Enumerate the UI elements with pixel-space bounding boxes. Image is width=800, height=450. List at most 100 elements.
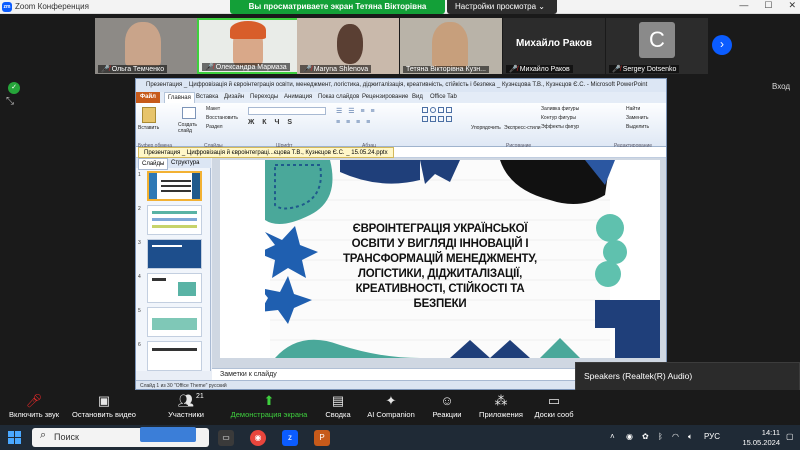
notifications-icon[interactable]: ▢ bbox=[786, 432, 794, 441]
view-settings-button[interactable]: Настройки просмотра ⌄ bbox=[447, 0, 557, 14]
shape-outline-button[interactable]: Контур фигуры bbox=[541, 115, 576, 121]
windows-start-icon[interactable] bbox=[8, 431, 22, 445]
menu-review[interactable]: Рецензирование bbox=[362, 92, 408, 103]
slide-thumbnail[interactable] bbox=[147, 239, 202, 269]
chrome-icon[interactable]: ◉ bbox=[250, 430, 266, 446]
menu-design[interactable]: Дизайн bbox=[224, 92, 244, 103]
search-highlight-image[interactable] bbox=[140, 427, 196, 442]
menu-animation[interactable]: Анимация bbox=[284, 92, 312, 103]
slide-title[interactable]: ЄВРОІНТЕГРАЦІЯ УКРАЇНСЬКОЇ ОСВІТИ У ВИГЛ… bbox=[340, 222, 540, 312]
shape-star-icon[interactable] bbox=[430, 116, 436, 122]
thumb-number: 5 bbox=[138, 308, 141, 314]
expand-icon[interactable]: ⤡ bbox=[6, 96, 14, 107]
stop-video-button[interactable]: ▣ Остановить видео bbox=[68, 392, 140, 419]
slide-thumbnail[interactable] bbox=[147, 273, 202, 303]
view-settings-label: Настройки просмотра bbox=[455, 2, 537, 11]
close-icon[interactable]: ✕ bbox=[788, 0, 796, 14]
ai-companion-label: AI Companion bbox=[367, 410, 415, 419]
current-slide[interactable]: ЄВРОІНТЕГРАЦІЯ УКРАЇНСЬКОЇ ОСВІТИ У ВИГЛ… bbox=[220, 160, 660, 358]
mic-muted-icon: 🎤︎ bbox=[25, 393, 43, 408]
unmute-button[interactable]: 🎤︎ Включить звук bbox=[4, 392, 64, 419]
clock-date[interactable]: 15.05.2024 bbox=[742, 438, 780, 447]
font-format-buttons[interactable]: Ж К Ч S bbox=[248, 119, 295, 126]
section-button[interactable]: Раздел bbox=[206, 124, 223, 130]
language-indicator[interactable]: РУС bbox=[704, 432, 720, 441]
enter-label[interactable]: Вход bbox=[772, 82, 790, 91]
menu-transitions[interactable]: Переходы bbox=[250, 92, 278, 103]
shield-icon[interactable]: ✓ bbox=[8, 82, 20, 94]
new-slide-button[interactable]: Создать слайд bbox=[178, 122, 202, 134]
ai-companion-button[interactable]: ✦ AI Companion bbox=[362, 392, 420, 419]
powerpoint-icon[interactable]: P bbox=[314, 430, 330, 446]
align-buttons[interactable]: ≡ ≡ ≡ ≡ bbox=[336, 119, 372, 126]
shape-line-icon[interactable] bbox=[446, 107, 452, 113]
share-screen-label: Демонстрация экрана bbox=[230, 410, 308, 419]
paste-icon[interactable] bbox=[142, 107, 156, 123]
find-button[interactable]: Найти bbox=[626, 106, 640, 112]
summary-icon: ▤ bbox=[331, 393, 345, 408]
volume-tray-icon[interactable]: 🔈︎ bbox=[688, 432, 693, 442]
slide-editing-area: ЄВРОІНТЕГРАЦІЯ УКРАЇНСЬКОЇ ОСВІТИ У ВИГЛ… bbox=[212, 158, 666, 368]
tab-slides[interactable]: Слайды bbox=[138, 158, 169, 170]
zoom-app-icon[interactable]: z bbox=[282, 430, 298, 446]
menu-insert[interactable]: Вставка bbox=[196, 92, 218, 103]
reset-button[interactable]: Восстановить bbox=[206, 115, 238, 121]
slide-thumbnail[interactable] bbox=[147, 341, 202, 371]
bluetooth-icon[interactable]: ᛒ bbox=[658, 432, 663, 441]
shape-oval-icon[interactable] bbox=[430, 107, 436, 113]
new-slide-icon[interactable] bbox=[182, 107, 196, 119]
replace-button[interactable]: Заменить bbox=[626, 115, 648, 121]
shape-triangle-icon[interactable] bbox=[438, 107, 444, 113]
menu-view[interactable]: Вид bbox=[412, 92, 423, 103]
slide-thumbnail-selected[interactable] bbox=[147, 171, 202, 201]
task-view-icon[interactable]: ▭ bbox=[218, 430, 234, 446]
share-screen-button[interactable]: ⬆︎ Демонстрация экрана bbox=[226, 392, 312, 419]
shape-brace-icon[interactable] bbox=[446, 116, 452, 122]
ppt-menu-bar: Файл Главная Вставка Дизайн Переходы Ани… bbox=[136, 92, 666, 104]
quick-styles-button[interactable]: Экспресс-стили bbox=[504, 125, 541, 131]
paste-button[interactable]: Вставить bbox=[138, 125, 159, 131]
participant-tile[interactable]: 🎤̸ Ольга Темченко bbox=[95, 18, 197, 74]
tray-app-icon[interactable]: ✿ bbox=[642, 432, 649, 441]
tray-chrome-icon[interactable]: ◉ bbox=[626, 432, 633, 441]
sparkle-icon: ✦ bbox=[385, 393, 397, 408]
menu-slideshow[interactable]: Показ слайдов bbox=[318, 92, 359, 103]
whiteboards-button[interactable]: ▭ Доски сооб bbox=[532, 392, 576, 419]
participant-tile[interactable]: Михайло Раков 🎤̸ Михайло Раков bbox=[503, 18, 605, 74]
wifi-icon[interactable]: ◠ bbox=[672, 432, 679, 441]
menu-file[interactable]: Файл bbox=[136, 92, 160, 103]
participants-button[interactable]: 👥︎ Участники bbox=[158, 392, 214, 419]
shape-rect-icon[interactable] bbox=[422, 107, 428, 113]
shape-callout-icon[interactable] bbox=[438, 116, 444, 122]
avatar: C bbox=[639, 22, 675, 58]
participant-tile[interactable]: 🎤̸ Maryna Shlenova bbox=[297, 18, 399, 74]
maximize-icon[interactable]: ☐ bbox=[764, 0, 772, 14]
slide-thumbnail[interactable] bbox=[147, 205, 202, 235]
mic-muted-icon: 🎤̸ bbox=[612, 66, 621, 73]
select-button[interactable]: Выделить bbox=[626, 124, 649, 130]
slides-pane: Слайды Структура 1 2 3 4 5 6 bbox=[136, 158, 211, 371]
tray-overflow-icon[interactable]: ˄ bbox=[610, 432, 615, 441]
minimize-icon[interactable]: — bbox=[739, 0, 748, 14]
apps-button[interactable]: ⁂ Приложения bbox=[476, 392, 526, 419]
clock-time[interactable]: 14:11 bbox=[762, 428, 780, 437]
arrange-button[interactable]: Упорядочить bbox=[471, 125, 501, 131]
shape-arrow-icon[interactable] bbox=[422, 116, 428, 122]
pane-tabs: Слайды Структура bbox=[136, 158, 211, 170]
participant-tile-active-speaker[interactable]: 🎤̸ Олександра Мармаза bbox=[197, 18, 299, 74]
layout-button[interactable]: Макет bbox=[206, 106, 220, 112]
audio-device-label[interactable]: Speakers (Realtek(R) Audio) bbox=[584, 371, 692, 381]
shape-fill-button[interactable]: Заливка фигуры bbox=[541, 106, 579, 112]
summary-button[interactable]: ▤ Сводка bbox=[318, 392, 358, 419]
slide-thumbnail[interactable] bbox=[147, 307, 202, 337]
document-tab[interactable]: Презентация _ Цифровізація й євроінтегра… bbox=[138, 147, 394, 158]
tab-outline[interactable]: Структура bbox=[168, 158, 202, 168]
paragraph-buttons[interactable]: ☰ ☰ ≡ ≡ bbox=[336, 107, 377, 115]
font-name-field[interactable] bbox=[248, 107, 326, 115]
reactions-button[interactable]: ☺ Реакции bbox=[426, 392, 468, 419]
next-page-arrow-icon[interactable]: › bbox=[712, 35, 732, 55]
menu-office-tab[interactable]: Office Tab bbox=[430, 92, 457, 103]
shape-effects-button[interactable]: Эффекты фигур bbox=[541, 124, 579, 130]
participant-tile[interactable]: Тетяна Вікторівна Кузн... bbox=[400, 18, 502, 74]
participant-tile[interactable]: C 🎤̸ Sergey Dotsenko bbox=[606, 18, 708, 74]
